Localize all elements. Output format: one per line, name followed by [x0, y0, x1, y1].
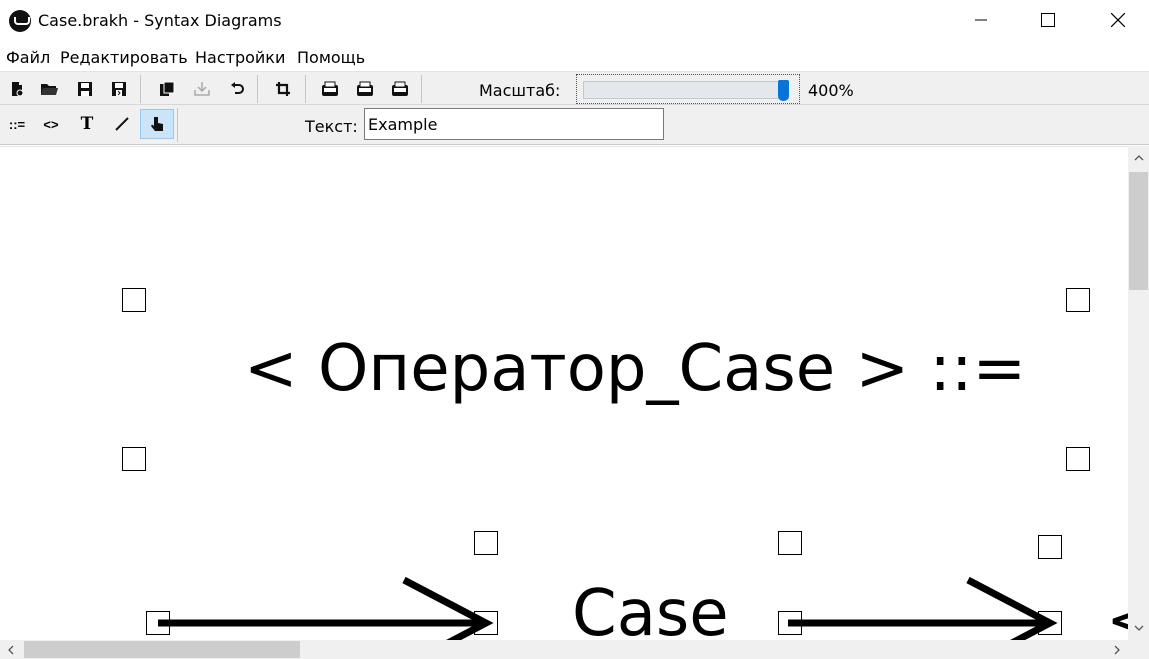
vertical-scrollbar[interactable]	[1128, 146, 1149, 640]
keyword-case[interactable]: Case	[572, 582, 729, 640]
scale-label: Масштаб:	[479, 81, 561, 100]
horizontal-scroll-thumb[interactable]	[24, 641, 300, 658]
zoom-slider-thumb[interactable]	[778, 80, 789, 101]
main-toolbar: Масштаб: 400%	[0, 71, 1149, 105]
diagram-canvas[interactable]: < Оператор_Case > ::= Case <	[0, 146, 1128, 640]
export-png-icon	[392, 81, 408, 96]
toolbar-separator	[177, 108, 178, 142]
text-input[interactable]	[364, 108, 664, 140]
toolbar-separator	[421, 75, 422, 103]
scroll-down-button[interactable]	[1128, 616, 1149, 640]
save-icon	[78, 82, 92, 96]
zoom-slider[interactable]	[576, 74, 800, 104]
scale-value: 400%	[808, 81, 854, 100]
selection-handle[interactable]	[122, 288, 146, 312]
line-tool-button[interactable]	[107, 109, 137, 139]
chevron-left-icon	[8, 645, 14, 654]
new-file-button[interactable]	[2, 74, 32, 104]
selection-handle[interactable]	[474, 531, 498, 555]
pointer-tool-button[interactable]	[140, 109, 174, 139]
scroll-up-button[interactable]	[1128, 146, 1149, 170]
open-folder-icon	[41, 84, 58, 95]
minimize-button[interactable]	[958, 0, 1004, 40]
toolbar-separator	[140, 75, 141, 103]
new-file-icon	[12, 82, 24, 97]
arrow-connector[interactable]	[782, 572, 1058, 640]
menu-bar: Файл Редактировать Настройки Помощь	[0, 45, 1149, 69]
toolbar-separator	[257, 75, 258, 103]
selection-handle[interactable]	[122, 447, 146, 471]
menu-file[interactable]: Файл	[6, 48, 50, 67]
menu-help[interactable]: Помощь	[297, 48, 365, 67]
maximize-icon	[1041, 13, 1055, 27]
horizontal-scrollbar[interactable]	[0, 640, 1128, 659]
selection-handle[interactable]	[1066, 447, 1090, 471]
nonterminal-tool-button[interactable]: <>	[36, 109, 66, 139]
copy-button[interactable]	[152, 74, 182, 104]
title-bar: Case.brakh - Syntax Diagrams	[0, 0, 1149, 42]
menu-edit[interactable]: Редактировать	[60, 48, 188, 67]
text-field-label: Текст:	[305, 117, 358, 136]
vertical-scroll-thumb[interactable]	[1129, 172, 1148, 290]
undo-icon	[231, 82, 244, 94]
export-svg-icon	[357, 81, 373, 96]
toolbar-separator	[305, 75, 306, 103]
export-bmp-icon	[322, 81, 338, 96]
tools-toolbar: ::= <> T Текст:	[0, 105, 1149, 145]
save-as-button[interactable]	[104, 74, 134, 104]
window-title: Case.brakh - Syntax Diagrams	[38, 11, 282, 30]
export-png-button[interactable]	[385, 74, 415, 104]
scrollbar-corner	[1128, 640, 1149, 659]
save-button[interactable]	[70, 74, 100, 104]
scroll-right-button[interactable]	[1106, 640, 1128, 659]
crop-button[interactable]	[268, 74, 298, 104]
save-as-icon	[112, 82, 126, 96]
menu-settings[interactable]: Настройки	[195, 48, 285, 67]
open-button[interactable]	[34, 74, 64, 104]
next-element-glyph: <	[1108, 595, 1128, 640]
paste-icon	[194, 82, 210, 96]
chevron-up-icon	[1134, 155, 1143, 161]
undo-button[interactable]	[222, 74, 252, 104]
export-svg-button[interactable]	[350, 74, 380, 104]
zoom-slider-track	[583, 81, 789, 99]
minimize-icon	[975, 19, 987, 21]
export-bmp-button[interactable]	[315, 74, 345, 104]
paste-button[interactable]	[187, 74, 217, 104]
definition-tool-button[interactable]: ::=	[2, 109, 32, 139]
app-logo-icon	[9, 10, 31, 32]
arrow-connector[interactable]	[150, 572, 496, 640]
scroll-left-button[interactable]	[0, 640, 22, 659]
chevron-right-icon	[1114, 645, 1120, 654]
selection-handle[interactable]	[778, 531, 802, 555]
close-icon	[1111, 13, 1125, 27]
chevron-down-icon	[1134, 625, 1143, 631]
selection-handle[interactable]	[1038, 535, 1062, 559]
close-button[interactable]	[1095, 0, 1141, 40]
crop-icon	[276, 82, 290, 96]
maximize-button[interactable]	[1025, 0, 1071, 40]
selection-handle[interactable]	[1066, 288, 1090, 312]
rule-title[interactable]: < Оператор_Case > ::=	[244, 337, 1026, 401]
text-tool-button[interactable]: T	[72, 109, 102, 139]
pointer-hand-icon	[151, 117, 163, 131]
copy-icon	[160, 81, 175, 96]
line-icon	[115, 117, 129, 131]
